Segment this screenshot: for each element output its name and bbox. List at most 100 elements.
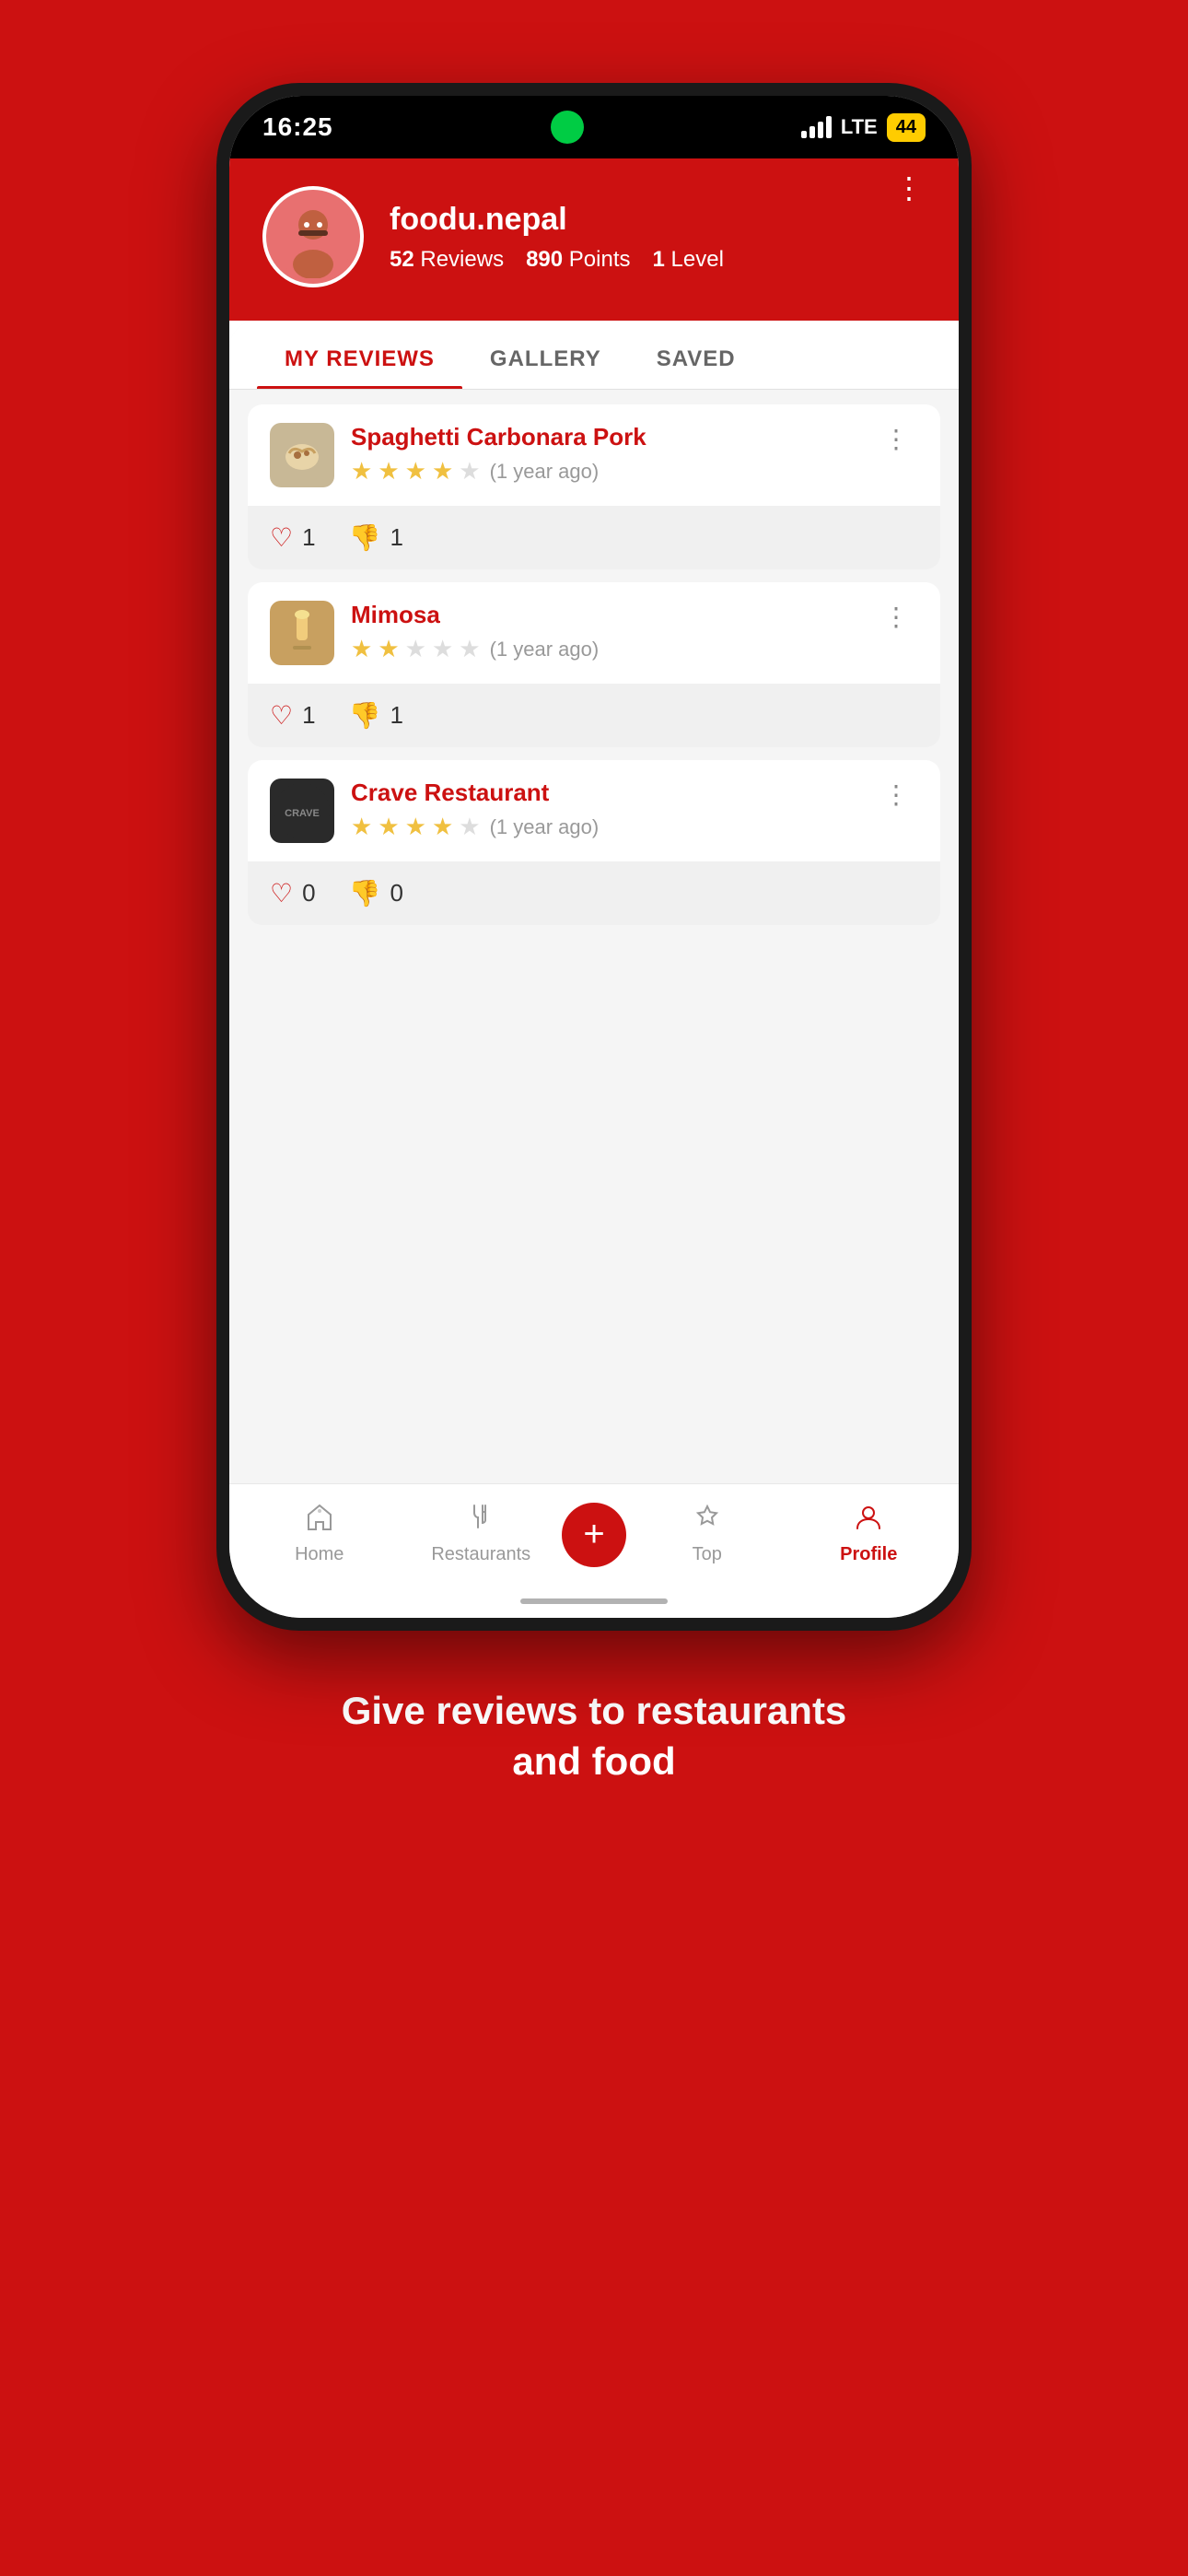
dislike-count-3: 0 bbox=[390, 879, 402, 907]
dislike-button-2[interactable]: 👎 1 bbox=[349, 700, 403, 731]
tab-saved[interactable]: SAVED bbox=[629, 321, 763, 389]
star-3: ★ bbox=[405, 813, 426, 841]
tabs-row: MY REVIEWS GALLERY SAVED bbox=[229, 321, 959, 390]
heart-icon: ♡ bbox=[270, 700, 293, 731]
points-stat: 890 Points bbox=[526, 247, 630, 273]
lte-label: LTE bbox=[841, 115, 878, 139]
review-title-3: Crave Restaurant bbox=[351, 779, 859, 807]
review-title-2: Mimosa bbox=[351, 601, 859, 629]
bottom-nav: Home Restaurants + bbox=[229, 1483, 959, 1585]
nav-restaurants-label: Restaurants bbox=[431, 1544, 530, 1565]
nav-add[interactable]: + bbox=[562, 1503, 626, 1567]
stars-row: ★ ★ ★ ★ ★ (1 year ago) bbox=[351, 457, 859, 486]
dislike-button-3[interactable]: 👎 0 bbox=[349, 878, 403, 908]
status-right: LTE 44 bbox=[801, 113, 926, 142]
review-content: Mimosa ★ ★ ★ ★ ★ (1 year ago) bbox=[351, 601, 859, 663]
star-2: ★ bbox=[378, 813, 399, 841]
like-button-2[interactable]: ♡ 1 bbox=[270, 700, 316, 731]
review-title-1: Spaghetti Carbonara Pork bbox=[351, 423, 859, 451]
tab-my-reviews[interactable]: MY REVIEWS bbox=[257, 321, 462, 389]
nav-profile[interactable]: Profile bbox=[788, 1504, 950, 1565]
dislike-count-1: 1 bbox=[390, 523, 402, 552]
caption: Give reviews to restaurantsand food bbox=[268, 1686, 921, 1786]
svg-text:CRAVE: CRAVE bbox=[285, 808, 320, 819]
star-1: ★ bbox=[351, 813, 372, 841]
dynamic-island bbox=[475, 106, 659, 148]
review-more-options-2[interactable]: ⋮ bbox=[876, 601, 918, 634]
star-5: ★ bbox=[459, 635, 480, 663]
nav-top-label: Top bbox=[693, 1544, 722, 1565]
avatar bbox=[262, 186, 364, 287]
dislike-count-2: 1 bbox=[390, 701, 402, 730]
dislike-button-1[interactable]: 👎 1 bbox=[349, 522, 403, 553]
reviews-stat: 52 Reviews bbox=[390, 247, 504, 273]
nav-home-label: Home bbox=[295, 1544, 344, 1565]
stars-row: ★ ★ ★ ★ ★ (1 year ago) bbox=[351, 635, 859, 663]
review-actions-1: ♡ 1 👎 1 bbox=[248, 506, 940, 569]
heart-icon: ♡ bbox=[270, 522, 293, 553]
like-button-3[interactable]: ♡ 0 bbox=[270, 878, 316, 908]
star-2: ★ bbox=[378, 635, 399, 663]
nav-top[interactable]: Top bbox=[626, 1504, 788, 1565]
profile-details: foodu.nepal 52 Reviews 890 Points 1 Leve… bbox=[390, 202, 724, 273]
dynamic-island-icon bbox=[551, 111, 584, 144]
thumbdown-icon: 👎 bbox=[349, 522, 381, 553]
review-more-options-1[interactable]: ⋮ bbox=[876, 423, 918, 456]
stats-row: 52 Reviews 890 Points 1 Level bbox=[390, 247, 724, 273]
nav-restaurants[interactable]: Restaurants bbox=[401, 1504, 563, 1565]
phone-mockup: 16:25 LTE 44 ⋮ bbox=[216, 83, 972, 1631]
like-count-2: 1 bbox=[302, 701, 315, 730]
star-4: ★ bbox=[432, 813, 453, 841]
star-3: ★ bbox=[405, 457, 426, 486]
level-stat: 1 Level bbox=[653, 247, 724, 273]
battery-badge: 44 bbox=[887, 113, 926, 142]
star-5: ★ bbox=[459, 813, 480, 841]
reviews-list: Spaghetti Carbonara Pork ★ ★ ★ ★ ★ (1 ye… bbox=[229, 390, 959, 940]
nav-home[interactable]: Home bbox=[239, 1504, 401, 1565]
review-thumbnail bbox=[270, 423, 334, 487]
fork-icon bbox=[467, 1504, 495, 1539]
status-time: 16:25 bbox=[262, 112, 333, 142]
tab-gallery[interactable]: GALLERY bbox=[462, 321, 629, 389]
heart-icon: ♡ bbox=[270, 878, 293, 908]
review-main: CRAVE Crave Restaurant ★ ★ ★ ★ ★ ( bbox=[248, 760, 940, 861]
review-card: Mimosa ★ ★ ★ ★ ★ (1 year ago) ⋮ bbox=[248, 582, 940, 747]
star-4: ★ bbox=[432, 635, 453, 663]
review-thumbnail: CRAVE bbox=[270, 779, 334, 843]
more-options-button[interactable]: ⋮ bbox=[894, 173, 926, 203]
review-content: Crave Restaurant ★ ★ ★ ★ ★ (1 year ago) bbox=[351, 779, 859, 841]
person-icon bbox=[855, 1504, 882, 1539]
profile-info-row: foodu.nepal 52 Reviews 890 Points 1 Leve… bbox=[262, 186, 926, 287]
thumbdown-icon: 👎 bbox=[349, 700, 381, 731]
nav-profile-label: Profile bbox=[840, 1544, 897, 1565]
star-2: ★ bbox=[378, 457, 399, 486]
phone-screen: 16:25 LTE 44 ⋮ bbox=[229, 96, 959, 1618]
star-1: ★ bbox=[351, 457, 372, 486]
review-card: CRAVE Crave Restaurant ★ ★ ★ ★ ★ ( bbox=[248, 760, 940, 925]
review-actions-3: ♡ 0 👎 0 bbox=[248, 861, 940, 925]
star-4: ★ bbox=[432, 457, 453, 486]
like-count-3: 0 bbox=[302, 879, 315, 907]
review-main: Spaghetti Carbonara Pork ★ ★ ★ ★ ★ (1 ye… bbox=[248, 404, 940, 506]
home-indicator bbox=[229, 1585, 959, 1618]
review-more-options-3[interactable]: ⋮ bbox=[876, 779, 918, 812]
profile-header: ⋮ foodu.nepal 52 R bbox=[229, 158, 959, 321]
like-count-1: 1 bbox=[302, 523, 315, 552]
content-area: MY REVIEWS GALLERY SAVED bbox=[229, 321, 959, 1483]
username: foodu.nepal bbox=[390, 202, 724, 238]
review-card: Spaghetti Carbonara Pork ★ ★ ★ ★ ★ (1 ye… bbox=[248, 404, 940, 569]
home-icon bbox=[306, 1504, 333, 1539]
signal-bars bbox=[801, 116, 832, 138]
plus-icon: + bbox=[583, 1516, 604, 1552]
review-actions-2: ♡ 1 👎 1 bbox=[248, 684, 940, 747]
time-ago: (1 year ago) bbox=[490, 460, 600, 484]
stars-row: ★ ★ ★ ★ ★ (1 year ago) bbox=[351, 813, 859, 841]
home-bar bbox=[520, 1598, 668, 1604]
time-ago: (1 year ago) bbox=[490, 815, 600, 839]
time-ago: (1 year ago) bbox=[490, 638, 600, 662]
add-button[interactable]: + bbox=[562, 1503, 626, 1567]
like-button-1[interactable]: ♡ 1 bbox=[270, 522, 316, 553]
star-1: ★ bbox=[351, 635, 372, 663]
review-main: Mimosa ★ ★ ★ ★ ★ (1 year ago) ⋮ bbox=[248, 582, 940, 684]
review-thumbnail bbox=[270, 601, 334, 665]
